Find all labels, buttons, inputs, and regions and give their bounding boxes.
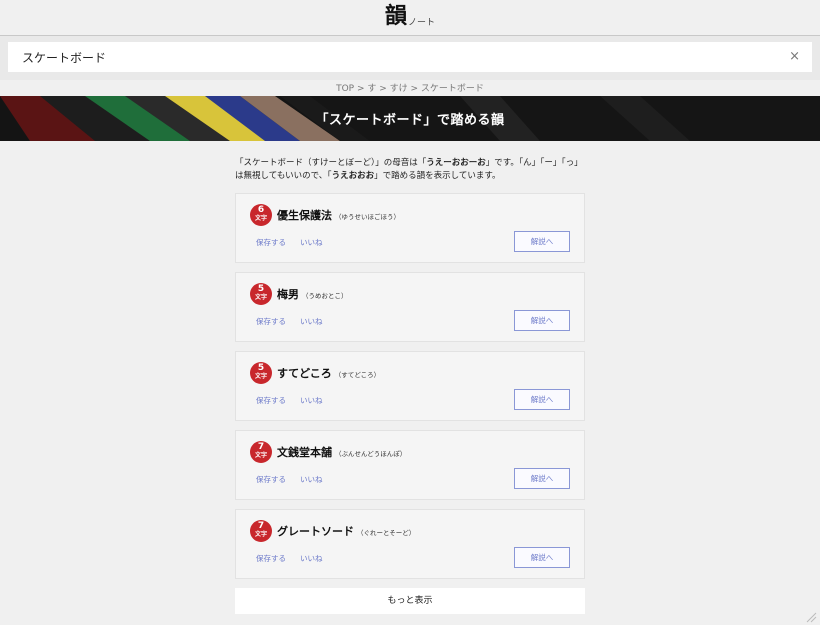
like-link[interactable]: いいね: [300, 317, 323, 326]
rhyme-word: グレートソード （ぐれーとそーど）: [277, 523, 415, 539]
site-logo-sub: ノート: [408, 18, 436, 28]
length-badge: 5 文字: [250, 283, 272, 305]
rhyme-word: 梅男 （うめおとこ）: [277, 286, 348, 302]
intro-text: 「スケートボード（すけーとぼーど）」の母音は「うえーおおーお」です。「ん」「ー」…: [235, 157, 585, 183]
rhyme-word-text: 優生保護法: [277, 209, 332, 222]
badge-unit: 文字: [254, 215, 267, 222]
results-list: 6 文字 優生保護法 （ゆうせいほごほう） 保存する いいね 解説へ 5 文字 梅男…: [235, 193, 585, 579]
search-bar: ×: [0, 36, 820, 80]
length-badge: 6 文字: [250, 204, 272, 226]
breadcrumb[interactable]: TOP > す > すけ > スケートボード: [0, 82, 820, 96]
detail-button[interactable]: 解説へ: [514, 468, 570, 489]
like-link[interactable]: いいね: [300, 475, 323, 484]
badge-unit: 文字: [254, 373, 267, 380]
save-link[interactable]: 保存する: [256, 554, 286, 563]
search-box: ×: [8, 42, 812, 72]
list-item: 5 文字 梅男 （うめおとこ） 保存する いいね 解説へ: [235, 272, 585, 342]
resize-handle-icon[interactable]: [805, 611, 817, 623]
intro-vowels: うえーおおーお: [426, 158, 486, 168]
detail-button[interactable]: 解説へ: [514, 389, 570, 410]
hero-banner: 「スケートボード」で踏める韻: [0, 96, 820, 141]
save-link[interactable]: 保存する: [256, 238, 286, 247]
detail-button[interactable]: 解説へ: [514, 547, 570, 568]
badge-count: 5: [257, 284, 265, 294]
show-more-button[interactable]: もっと表示: [235, 588, 585, 614]
length-badge: 5 文字: [250, 362, 272, 384]
rhyme-word: すてどころ （すてどころ）: [277, 365, 380, 381]
badge-count: 7: [257, 521, 265, 531]
item-actions: 保存する いいね: [256, 395, 337, 406]
list-item: 7 文字 グレートソード （ぐれーとそーど） 保存する いいね 解説へ: [235, 509, 585, 579]
site-logo[interactable]: 韻: [385, 6, 407, 28]
detail-button[interactable]: 解説へ: [514, 231, 570, 252]
length-badge: 7 文字: [250, 520, 272, 542]
save-link[interactable]: 保存する: [256, 396, 286, 405]
rhyme-reading: （うめおとこ）: [302, 292, 348, 300]
badge-unit: 文字: [254, 531, 267, 538]
rhyme-reading: （ゆうせいほごほう）: [335, 213, 400, 221]
detail-button[interactable]: 解説へ: [514, 310, 570, 331]
list-item: 6 文字 優生保護法 （ゆうせいほごほう） 保存する いいね 解説へ: [235, 193, 585, 263]
item-actions: 保存する いいね: [256, 316, 337, 327]
rhyme-word-text: 文銭堂本舗: [277, 446, 332, 459]
search-input[interactable]: [22, 50, 762, 64]
item-actions: 保存する いいね: [256, 237, 337, 248]
badge-count: 6: [257, 205, 265, 215]
rhyme-word: 文銭堂本舗 （ぶんせんどうほんぽ）: [277, 444, 406, 460]
like-link[interactable]: いいね: [300, 238, 323, 247]
page-title: 「スケートボード」で踏める韻: [315, 113, 505, 128]
rhyme-reading: （すてどころ）: [334, 371, 381, 379]
rhyme-reading: （ぶんせんどうほんぽ）: [335, 450, 407, 458]
like-link[interactable]: いいね: [300, 554, 323, 563]
save-link[interactable]: 保存する: [256, 317, 286, 326]
rhyme-word-text: グレートソード: [277, 525, 354, 538]
intro-part-3: 」で踏める韻を表示しています。: [374, 171, 501, 181]
length-badge: 7 文字: [250, 441, 272, 463]
list-item: 5 文字 すてどころ （すてどころ） 保存する いいね 解説へ: [235, 351, 585, 421]
rhyme-word: 優生保護法 （ゆうせいほごほう）: [277, 207, 400, 223]
badge-count: 7: [257, 442, 265, 452]
list-item: 7 文字 文銭堂本舗 （ぶんせんどうほんぽ） 保存する いいね 解説へ: [235, 430, 585, 500]
like-link[interactable]: いいね: [300, 396, 323, 405]
rhyme-word-text: すてどころ: [277, 367, 332, 380]
item-actions: 保存する いいね: [256, 553, 337, 564]
intro-vowels-simplified: うえおおお: [331, 171, 375, 181]
save-link[interactable]: 保存する: [256, 475, 286, 484]
item-actions: 保存する いいね: [256, 474, 337, 485]
rhyme-word-text: 梅男: [277, 288, 299, 301]
badge-unit: 文字: [254, 294, 267, 301]
badge-unit: 文字: [254, 452, 267, 459]
site-header: 韻 ノート: [0, 0, 820, 36]
badge-count: 5: [257, 363, 265, 373]
intro-part-1: 「スケートボード（すけーとぼーど）」の母音は「: [235, 158, 427, 168]
rhyme-reading: （ぐれーとそーど）: [357, 529, 416, 537]
close-icon[interactable]: ×: [789, 49, 800, 64]
